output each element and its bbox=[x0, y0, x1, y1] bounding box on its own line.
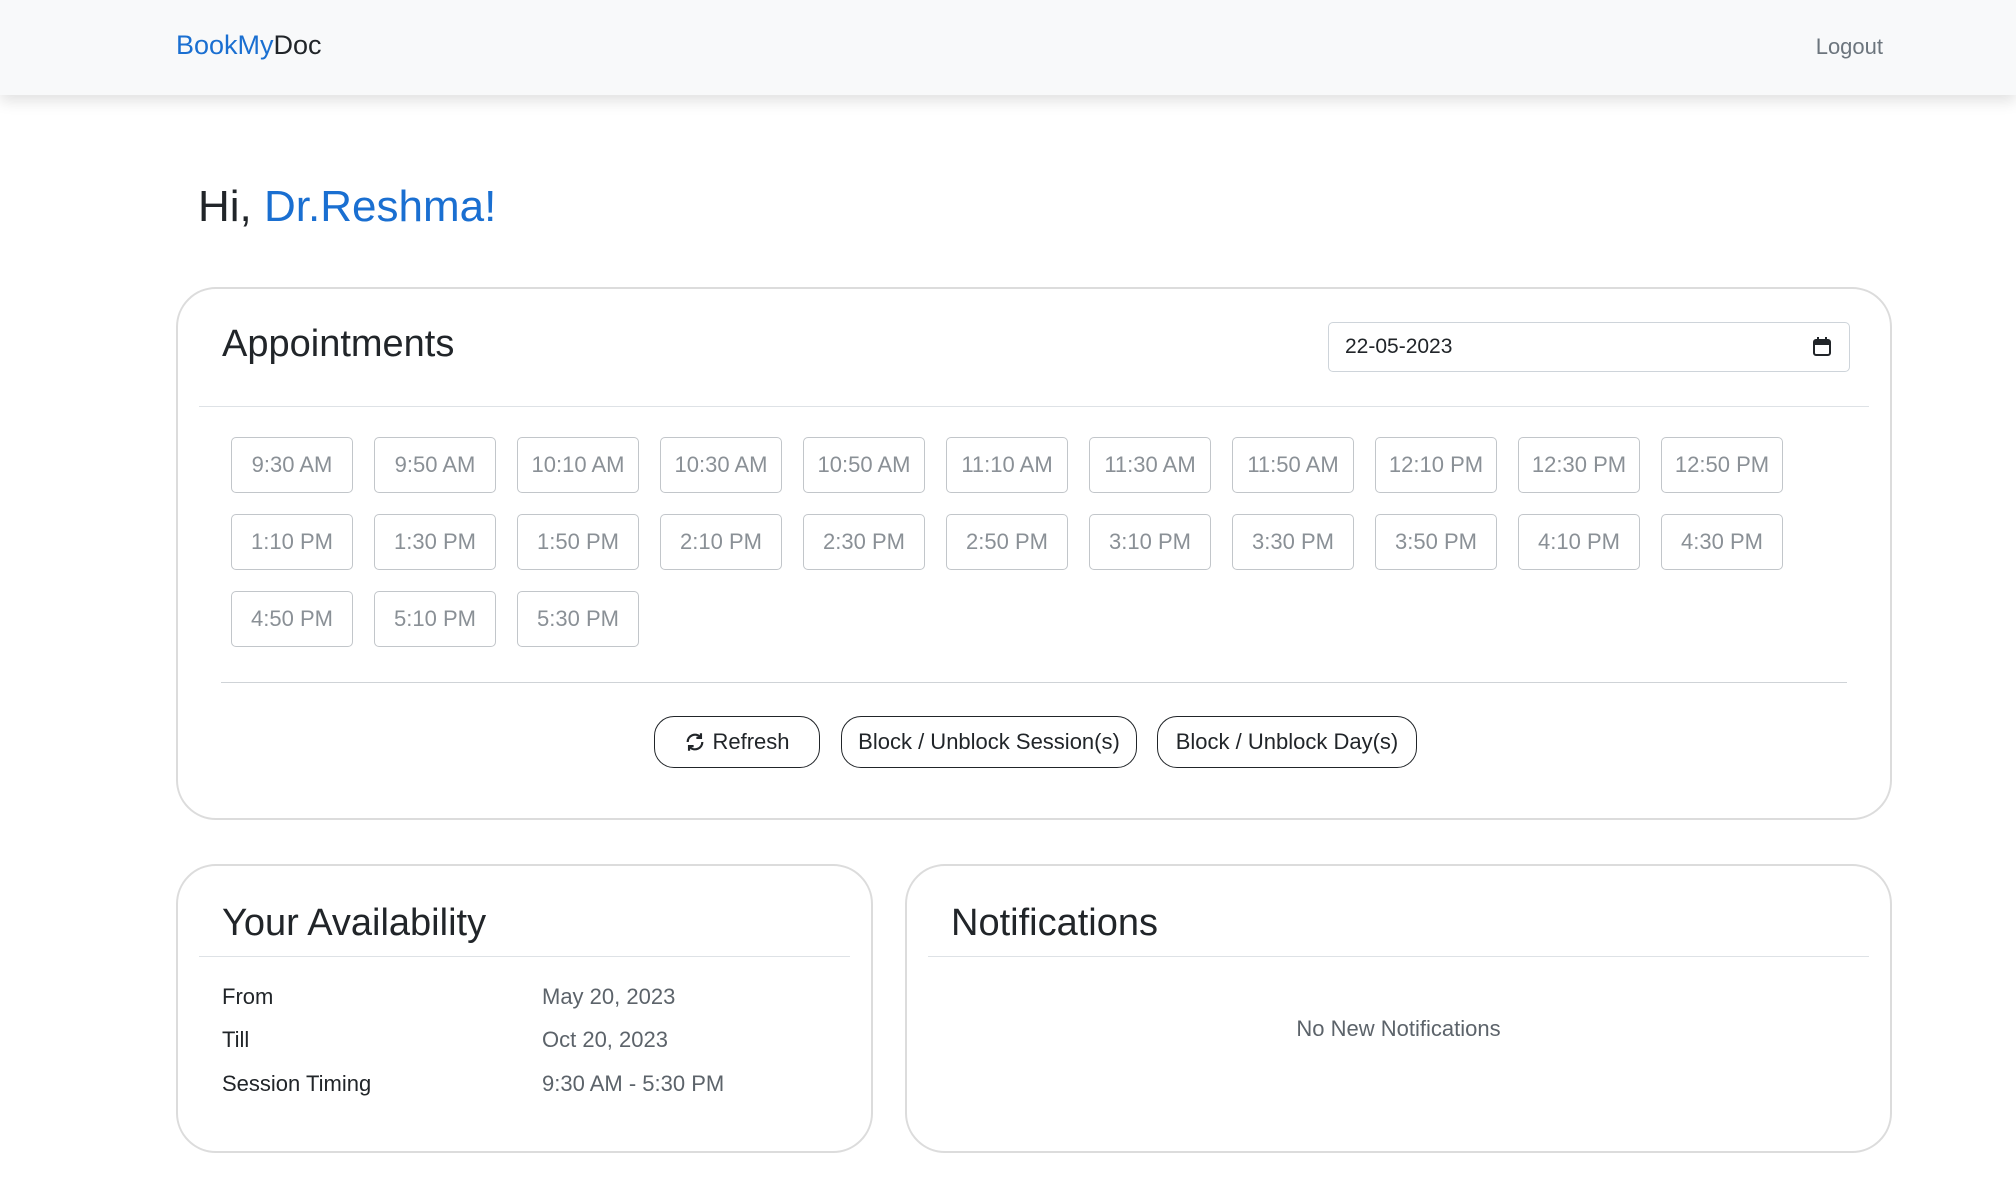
brand-part2: Doc bbox=[273, 30, 322, 60]
time-slot-button[interactable]: 12:30 PM bbox=[1518, 437, 1640, 493]
time-slot-button[interactable]: 3:30 PM bbox=[1232, 514, 1354, 570]
appointments-divider-top bbox=[199, 406, 1869, 407]
greeting-prefix: Hi, bbox=[198, 182, 252, 231]
time-slot-button[interactable]: 2:10 PM bbox=[660, 514, 782, 570]
no-notifications-text: No New Notifications bbox=[1296, 1016, 1501, 1041]
time-slot-button[interactable]: 1:10 PM bbox=[231, 514, 353, 570]
availability-till-label: Till bbox=[222, 1027, 250, 1052]
time-slot-button[interactable]: 3:10 PM bbox=[1089, 514, 1211, 570]
notifications-title: Notifications bbox=[951, 902, 1158, 944]
refresh-label: Refresh bbox=[712, 729, 790, 754]
appointments-divider-bottom bbox=[221, 682, 1847, 683]
time-slot-button[interactable]: 4:30 PM bbox=[1661, 514, 1783, 570]
time-slot-button[interactable]: 11:10 AM bbox=[946, 437, 1068, 493]
appointments-title: Appointments bbox=[222, 323, 455, 365]
greeting-heading: Hi, Dr.Reshma! bbox=[198, 182, 496, 232]
time-slot-button[interactable]: 1:50 PM bbox=[517, 514, 639, 570]
brand-logo[interactable]: BookMyDoc bbox=[176, 30, 322, 61]
notifications-card: Notifications No New Notifications bbox=[905, 864, 1892, 1153]
session-timing-label: Session Timing bbox=[222, 1071, 372, 1096]
notifications-divider bbox=[928, 956, 1869, 957]
availability-divider bbox=[199, 956, 850, 957]
time-slot-button[interactable]: 3:50 PM bbox=[1375, 514, 1497, 570]
doctor-name: Dr.Reshma! bbox=[264, 182, 497, 231]
appointments-card: Appointments 22-05-2023 9:30 AM 9:50 AM 10… bbox=[176, 287, 1892, 820]
date-value: 22-05-2023 bbox=[1345, 335, 1453, 358]
time-slot-button[interactable]: 9:50 AM bbox=[374, 437, 496, 493]
appointment-date-input[interactable]: 22-05-2023 bbox=[1328, 322, 1850, 372]
time-slot-button[interactable]: 11:50 AM bbox=[1232, 437, 1354, 493]
availability-till-value: Oct 20, 2023 bbox=[542, 1027, 668, 1052]
block-day-button[interactable]: Block / Unblock Day(s) bbox=[1157, 716, 1417, 768]
time-slot-button[interactable]: 5:10 PM bbox=[374, 591, 496, 647]
time-slot-button[interactable]: 4:50 PM bbox=[231, 591, 353, 647]
time-slot-button[interactable]: 11:30 AM bbox=[1089, 437, 1211, 493]
availability-from-value: May 20, 2023 bbox=[542, 984, 676, 1009]
time-slot-button[interactable]: 9:30 AM bbox=[231, 437, 353, 493]
time-slot-button[interactable]: 5:30 PM bbox=[517, 591, 639, 647]
logout-link[interactable]: Logout bbox=[1816, 34, 1883, 60]
calendar-icon[interactable] bbox=[1813, 337, 1831, 356]
time-slot-button[interactable]: 12:50 PM bbox=[1661, 437, 1783, 493]
time-slot-button[interactable]: 10:50 AM bbox=[803, 437, 925, 493]
availability-title: Your Availability bbox=[222, 902, 487, 944]
time-slot-button[interactable]: 1:30 PM bbox=[374, 514, 496, 570]
session-timing-value: 9:30 AM - 5:30 PM bbox=[542, 1071, 725, 1096]
time-slot-button[interactable]: 10:30 AM bbox=[660, 437, 782, 493]
block-session-button[interactable]: Block / Unblock Session(s) bbox=[841, 716, 1137, 768]
refresh-icon bbox=[687, 733, 704, 751]
availability-from-label: From bbox=[222, 984, 274, 1009]
brand-part1: BookMy bbox=[176, 30, 274, 60]
time-slot-button[interactable]: 2:30 PM bbox=[803, 514, 925, 570]
top-navbar: BookMyDoc Logout bbox=[0, 0, 2016, 95]
time-slot-button[interactable]: 4:10 PM bbox=[1518, 514, 1640, 570]
time-slot-button[interactable]: 2:50 PM bbox=[946, 514, 1068, 570]
availability-card: Your Availability From May 20, 2023 Till… bbox=[176, 864, 873, 1153]
time-slot-button[interactable]: 10:10 AM bbox=[517, 437, 639, 493]
refresh-button[interactable]: Refresh bbox=[654, 716, 820, 768]
time-slot-button[interactable]: 12:10 PM bbox=[1375, 437, 1497, 493]
